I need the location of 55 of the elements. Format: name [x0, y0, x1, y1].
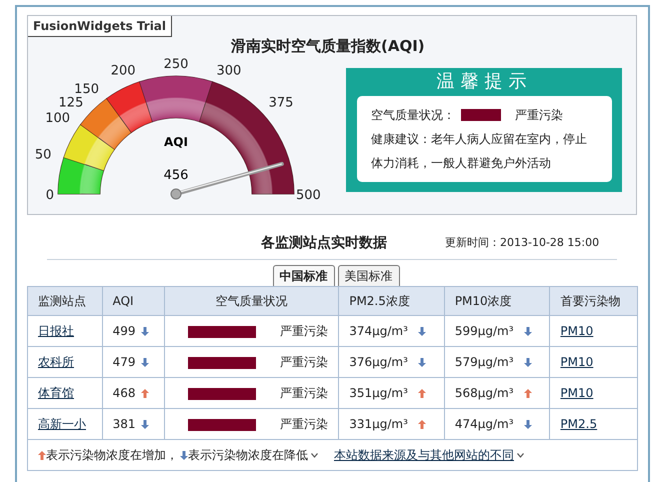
pollutant-link[interactable]: PM10 [560, 324, 594, 338]
status-label: 空气质量状况： [371, 106, 455, 124]
tick-label: 250 [164, 57, 188, 72]
aqi-value: 468 [112, 386, 136, 400]
pm25-value: 331μg/m³ [349, 417, 408, 431]
pollutant-link[interactable]: PM10 [560, 386, 594, 400]
tick-label: 300 [216, 63, 242, 78]
pm10-value: 579μg/m³ [454, 355, 514, 369]
tick-label: 200 [110, 63, 136, 78]
aqi-value: 479 [112, 355, 136, 369]
section-title: 各监测站点实时数据 [261, 234, 387, 252]
tick-label: 375 [268, 95, 294, 110]
pm10-value: 474μg/m³ [454, 417, 514, 431]
tick-label: 500 [296, 188, 321, 203]
health-advice: 健康建议：老年人病人应留在室内，停止体力消耗，一般人群避免户外活动 [371, 130, 588, 172]
down-arrow-icon [180, 450, 188, 460]
tick-label: 50 [36, 148, 52, 163]
legend-text: 表示污染物浓度在增加， [46, 447, 178, 464]
column-header: 监测站点 [28, 286, 102, 316]
chart-title: 滑南实时空气质量指数(AQI) [231, 36, 425, 57]
tick-label: 100 [45, 111, 70, 126]
quality-text: 严重污染 [280, 324, 328, 338]
pm10-value: 599μg/m³ [454, 324, 514, 338]
column-header: PM10浓度 [444, 286, 550, 316]
update-time: 更新时间：2013-10-28 15:00 [445, 234, 600, 251]
legend-text: 表示污染物浓度在降低 [188, 447, 308, 464]
caret-icon [517, 452, 524, 458]
pm25-value: 374μg/m³ [349, 324, 408, 338]
column-header: 空气质量状况 [164, 286, 339, 316]
tip-heading: 温馨提示 [436, 70, 534, 94]
column-header: 首要污染物 [550, 286, 638, 316]
pm10-value: 568μg/m³ [454, 386, 514, 400]
pm25-value: 351μg/m³ [349, 386, 408, 400]
standard-tab[interactable]: 中国标准 [272, 265, 334, 286]
standard-tab[interactable]: 美国标准 [338, 265, 400, 286]
tick-label: 150 [74, 82, 99, 98]
aqi-value: 381 [112, 417, 136, 431]
gauge-label: AQI [164, 135, 188, 149]
status-text: 严重污染 [515, 106, 563, 124]
tick-label: 125 [58, 95, 84, 110]
pollutant-link[interactable]: PM10 [560, 355, 594, 369]
quality-text: 严重污染 [280, 355, 328, 369]
aqi-value: 499 [112, 324, 136, 338]
trial-label: FusionWidgets Trial [28, 16, 172, 37]
tick-label: 0 [46, 188, 54, 203]
caret-icon [311, 452, 318, 458]
quality-text: 严重污染 [280, 386, 328, 400]
quality-text: 严重污染 [280, 417, 328, 431]
column-header: PM2.5浓度 [338, 286, 444, 316]
info-link[interactable]: 本站数据来源及与其他网站的不同 [334, 446, 514, 464]
up-arrow-icon [38, 450, 46, 460]
column-header: AQI [102, 286, 165, 316]
pollutant-link[interactable]: PM2.5 [560, 417, 598, 431]
gauge-value: 456 [164, 168, 188, 183]
pm25-value: 376μg/m³ [349, 355, 408, 369]
